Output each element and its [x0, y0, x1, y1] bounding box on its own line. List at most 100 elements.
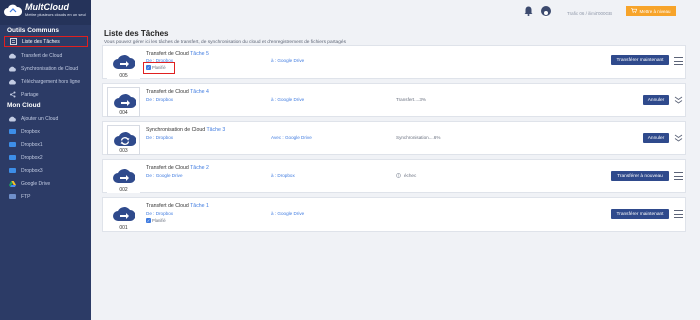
task-source: De : Dropbox [146, 211, 174, 216]
sidebar-item-label: Transfert de Cloud [21, 52, 63, 59]
dropbox-icon [7, 167, 17, 175]
sidebar-item-dropbox1[interactable]: Dropbox1 [4, 139, 88, 150]
task-name-link[interactable]: Tâche 5 [190, 51, 209, 57]
cancel-button[interactable]: Annuler [643, 95, 669, 105]
transfer-now-button[interactable]: Transférer maintenant [611, 55, 669, 65]
google-drive-icon [7, 180, 17, 188]
menu-icon[interactable] [674, 172, 683, 180]
sidebar-item-cloud-sync[interactable]: Synchronisation de Cloud [4, 63, 88, 74]
scheduled-flag[interactable]: ✓ Planifié [146, 218, 166, 223]
task-type: Synchronisation de Cloud [146, 127, 206, 133]
sidebar-item-label: Google Drive [21, 180, 51, 187]
sidebar-item-dropbox[interactable]: Dropbox [4, 126, 88, 137]
task-type: Transfert de Cloud [146, 51, 189, 57]
page-title: Liste des Tâches [104, 29, 169, 38]
sidebar-item-cloud-transfer[interactable]: Transfert de Cloud [4, 50, 88, 61]
task-name-link[interactable]: Tâche 3 [206, 127, 225, 133]
sidebar-item-label: Dropbox2 [21, 154, 43, 161]
upgrade-button[interactable]: Mettre à niveau [626, 6, 676, 16]
task-status-text: Transfert....3% [396, 97, 426, 102]
task-number: 003 [119, 148, 128, 154]
sidebar-item-label: Dropbox [21, 128, 40, 135]
task-card: 004 Transfert de Cloud Tâche 4 De : Drop… [102, 83, 686, 117]
task-destination: à : Google Drive [271, 58, 305, 63]
task-number: 005 [119, 73, 128, 79]
cloud-transfer-icon [7, 52, 17, 60]
task-title: Synchronisation de Cloud Tâche 3 [146, 127, 225, 133]
sidebar-item-task-list[interactable]: Liste des Tâches [4, 36, 88, 47]
task-source: De : Dropbox [146, 97, 174, 102]
sidebar-item-add-cloud[interactable]: Ajouter un Cloud [4, 113, 88, 124]
task-status-text: échec [404, 173, 417, 178]
scheduled-label: Planifié [152, 218, 166, 223]
task-status: échec [396, 173, 416, 178]
task-type: Transfert de Cloud [146, 203, 189, 209]
avatar[interactable] [541, 6, 551, 18]
task-number: 002 [119, 187, 128, 193]
traffic-indicator: Trafic 06 / ilimit'000GB [567, 11, 612, 16]
task-thumbnail: 001 [107, 201, 140, 231]
task-destination: à : Dropbox [271, 173, 295, 178]
section-common-tools: Outils Communs [7, 27, 60, 34]
task-number: 001 [119, 225, 128, 231]
highlight-scheduled [143, 62, 175, 74]
download-icon [7, 78, 17, 86]
task-source: De : Dropbox [146, 135, 174, 140]
sidebar-item-dropbox3[interactable]: Dropbox3 [4, 165, 88, 176]
transfer-cloud-icon [113, 55, 135, 69]
brand-tagline: Mettre plusieurs clouds en un seul [25, 12, 86, 17]
transfer-now-button[interactable]: Transférer maintenant [611, 209, 669, 219]
sidebar-item-google-drive[interactable]: Google Drive [4, 178, 88, 189]
task-name-link[interactable]: Tâche 2 [190, 165, 209, 171]
sidebar-item-dropbox2[interactable]: Dropbox2 [4, 152, 88, 163]
sidebar-item-label: Dropbox1 [21, 141, 43, 148]
task-destination: à : Google Drive [271, 211, 305, 216]
menu-icon[interactable] [674, 210, 683, 218]
task-list-icon [8, 38, 18, 46]
task-title: Transfert de Cloud Tâche 5 [146, 51, 209, 57]
retry-transfer-button[interactable]: Transférer à nouveau [611, 171, 669, 181]
user-icon [542, 11, 550, 18]
sidebar-item-label: Téléchargement hors ligne [21, 78, 81, 85]
dropbox-icon [7, 141, 17, 149]
task-card: 003 Synchronisation de Cloud Tâche 3 De … [102, 121, 686, 155]
failed-status-icon [396, 173, 401, 178]
task-thumbnail: 004 [107, 87, 140, 117]
upgrade-label: Mettre à niveau [639, 8, 671, 14]
multcloud-logo-icon [4, 4, 22, 16]
transfer-cloud-icon [114, 94, 136, 108]
task-name-link[interactable]: Tâche 4 [190, 89, 209, 95]
sidebar-item-ftp[interactable]: FTP [4, 191, 88, 202]
cancel-button[interactable]: Annuler [643, 133, 669, 143]
chevron-double-down-icon[interactable] [674, 96, 683, 104]
task-destination: Avec : Google Drive [271, 135, 312, 140]
brand-name: MultCloud [25, 2, 69, 12]
sidebar-item-share[interactable]: Partage [4, 89, 88, 100]
task-title: Transfert de Cloud Tâche 1 [146, 203, 209, 209]
sidebar: MultCloud Mettre plusieurs clouds en un … [0, 0, 91, 320]
transfer-cloud-icon [113, 169, 135, 183]
sidebar-item-label: Synchronisation de Cloud [21, 65, 78, 72]
bell-icon[interactable] [524, 6, 533, 16]
task-thumbnail: 005 [107, 49, 140, 79]
checkbox-checked-icon: ✓ [146, 218, 151, 223]
section-my-cloud: Mon Cloud [7, 102, 41, 109]
sidebar-item-label: Dropbox3 [21, 167, 43, 174]
task-card: 002 Transfert de Cloud Tâche 2 De : Goog… [102, 159, 686, 193]
task-card: 001 Transfert de Cloud Tâche 1 De : Drop… [102, 197, 686, 232]
menu-icon[interactable] [674, 57, 683, 65]
chevron-double-down-icon[interactable] [674, 134, 683, 142]
sidebar-item-label: Liste des Tâches [22, 38, 60, 45]
task-thumbnail: 002 [107, 163, 140, 193]
sidebar-item-label: Ajouter un Cloud [21, 115, 59, 122]
sidebar-item-offline-download[interactable]: Téléchargement hors ligne [4, 76, 88, 87]
task-source: De : Google Drive [146, 173, 183, 178]
task-name-link[interactable]: Tâche 1 [190, 203, 209, 209]
add-cloud-icon [7, 115, 17, 123]
task-card: 005 Transfert de Cloud Tâche 5 De : Drop… [102, 45, 686, 79]
transfer-cloud-icon [113, 207, 135, 221]
task-number: 004 [119, 110, 128, 116]
ftp-icon [7, 193, 17, 201]
task-status-text: Synchronisation....6% [396, 135, 441, 140]
brand[interactable]: MultCloud Mettre plusieurs clouds en un … [0, 0, 91, 25]
